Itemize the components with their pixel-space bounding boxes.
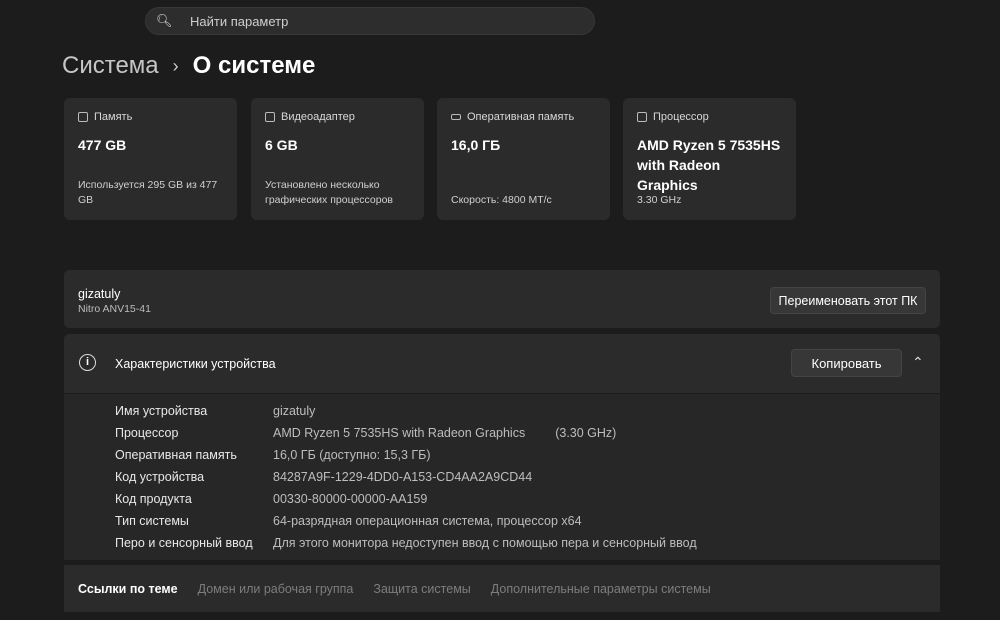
spec-key: Процессор — [115, 426, 179, 440]
spec-key: Перо и сенсорный ввод — [115, 536, 253, 550]
spec-value: 00330-80000-00000-AA159 — [273, 492, 428, 506]
spec-row: Тип системы 64-разрядная операционная сис… — [115, 514, 582, 528]
card-sub: Установлено несколько графических процес… — [265, 179, 394, 206]
spec-value: gizatuly — [273, 404, 316, 418]
spec-row: Код устройства 84287A9F-1229-4DD0-A153-CD… — [115, 470, 532, 484]
card-label: Память — [94, 111, 133, 123]
rename-pc-button[interactable]: Переименовать этот ПК — [770, 287, 926, 314]
card-ram[interactable]: Оперативная память 16,0 ГБ Скорость: 480… — [437, 98, 610, 220]
spec-key: Оперативная память — [115, 448, 237, 462]
spec-key: Тип системы — [115, 514, 189, 528]
spec-value: 64-разрядная операционная система, проце… — [273, 514, 582, 528]
pc-model: Nitro ANV15-41 — [78, 303, 151, 315]
link-system-protection[interactable]: Защита системы — [373, 582, 470, 596]
ram-icon — [451, 114, 461, 120]
card-cpu[interactable]: Процессор AMD Ryzen 5 7535HS with Radeon… — [623, 98, 796, 220]
pc-name: gizatuly — [78, 287, 121, 301]
card-value: 16,0 ГБ — [451, 137, 501, 153]
card-label: Процессор — [653, 111, 709, 123]
link-advanced-system-settings[interactable]: Дополнительные параметры системы — [491, 582, 711, 596]
card-label: Видеоадаптер — [281, 111, 355, 123]
card-sub: Используется 295 GB из 477 GB — [78, 179, 218, 206]
spec-key: Имя устройства — [115, 404, 208, 418]
pc-name-panel: gizatuly Nitro ANV15-41 Переименовать эт… — [64, 270, 940, 328]
storage-icon — [78, 112, 88, 122]
copy-button[interactable]: Копировать — [791, 349, 902, 377]
device-specs-header[interactable]: i Характеристики устройства Копировать ⌃ — [64, 334, 940, 393]
card-storage[interactable]: Память 477 GB Используется 295 GB из 477… — [64, 98, 237, 220]
card-value: AMD Ryzen 5 7535HS with Radeon Graphics — [637, 137, 781, 193]
spec-value: AMD Ryzen 5 7535HS with Radeon Graphics — [273, 426, 526, 440]
spec-row: Перо и сенсорный ввод Для этого монитора … — [115, 536, 697, 550]
page-title: О системе — [192, 52, 316, 79]
spec-row: Процессор AMD Ryzen 5 7535HS with Radeon … — [115, 426, 616, 440]
specs-title: Характеристики устройства — [115, 357, 276, 371]
spec-value: 84287A9F-1229-4DD0-A153-CD4AA2A9CD44 — [273, 470, 533, 484]
info-icon: i — [79, 354, 96, 371]
card-value: 6 GB — [265, 137, 298, 153]
related-links-title: Ссылки по теме — [78, 581, 178, 596]
card-gpu[interactable]: Видеоадаптер 6 GB Установлено несколько … — [251, 98, 424, 220]
spec-row: Оперативная память 16,0 ГБ (доступно: 15,… — [115, 448, 431, 462]
device-specs-list: Имя устройства gizatuly Процессор AMD Ryze… — [64, 393, 940, 560]
card-sub: Скорость: 4800 МТ/с — [451, 194, 552, 206]
spec-value-freq: (3.30 GHz) — [555, 426, 617, 440]
search-icon: 🔍︎ — [156, 13, 173, 28]
spec-row: Код продукта 00330-80000-00000-AA159 — [115, 492, 427, 506]
chevron-up-icon[interactable]: ⌃ — [912, 354, 924, 371]
link-domain-workgroup[interactable]: Домен или рабочая группа — [198, 582, 354, 596]
search-input[interactable]: 🔍︎ Найти параметр — [145, 7, 595, 35]
card-value: 477 GB — [78, 137, 127, 153]
gpu-icon — [265, 112, 275, 122]
breadcrumb: Система › О системе — [62, 52, 315, 80]
spec-key: Код продукта — [115, 492, 192, 506]
spec-value: Для этого монитора недоступен ввод с пом… — [273, 536, 697, 550]
spec-key: Код устройства — [115, 470, 205, 484]
chevron-right-icon: › — [172, 55, 179, 76]
card-label: Оперативная память — [467, 111, 575, 123]
related-links: Ссылки по теме Домен или рабочая группа … — [64, 565, 940, 612]
card-sub: 3.30 GHz — [637, 194, 682, 206]
cpu-icon — [637, 112, 647, 122]
spec-value: 16,0 ГБ (доступно: 15,3 ГБ) — [273, 448, 431, 462]
search-placeholder: Найти параметр — [190, 13, 289, 29]
breadcrumb-parent[interactable]: Система — [62, 52, 159, 80]
spec-row: Имя устройства gizatuly — [115, 404, 315, 418]
